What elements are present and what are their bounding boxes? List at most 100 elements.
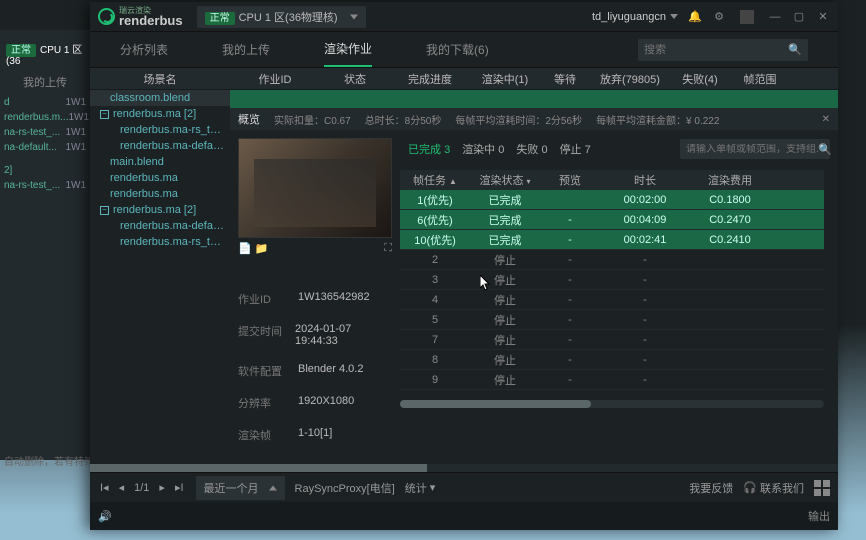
job-column[interactable]: 失败(4) <box>670 71 730 87</box>
folder-icon[interactable]: 📁 <box>255 243 269 255</box>
chevron-up-icon <box>269 485 277 490</box>
thumb-tools: 📄 📁 ⛶ <box>238 238 392 259</box>
titlebar: 瑞云渲染 renderbus 正常CPU 1 区(36物理核) td_liyug… <box>90 2 838 32</box>
next-page-icon[interactable]: ▸ <box>157 481 167 494</box>
scene-item[interactable]: renderbus.ma <box>90 186 230 202</box>
prev-page-icon[interactable]: ◂ <box>117 481 127 494</box>
frame-search-input[interactable] <box>686 144 818 155</box>
frame-row[interactable]: 1(优先)已完成00:02:00C0.1800 <box>400 190 824 210</box>
qr-icon[interactable] <box>814 480 830 496</box>
job-column[interactable]: 场景名 <box>90 71 230 87</box>
bell-icon[interactable]: 🔔 <box>688 10 702 24</box>
job-column[interactable]: 放弃(79805) <box>590 71 670 87</box>
detail-header <box>230 90 838 108</box>
maximize-icon[interactable]: ▢ <box>792 10 806 24</box>
proxy-label: RaySyncProxy[电信] <box>295 480 395 496</box>
col-time[interactable]: 时长 <box>600 172 690 188</box>
pager: I◂ ◂ 1/1 ▸ ▸I <box>98 481 186 494</box>
frame-row[interactable]: 7停止-- <box>400 330 824 350</box>
title-icons: 🔔 ⚙ — ▢ ✕ <box>688 10 830 24</box>
scene-item[interactable]: renderbus.ma-rs_test_... <box>90 122 230 138</box>
back-list-item: renderbus.m...1W1 <box>0 110 90 125</box>
last-page-icon[interactable]: ▸I <box>173 481 186 494</box>
overview-label: 概览 <box>238 111 260 127</box>
frame-table: 帧任务▲ 渲染状态▾ 预览 时长 渲染费用 1(优先)已完成00:02:00C0… <box>400 170 824 390</box>
frame-row[interactable]: 4停止-- <box>400 290 824 310</box>
job-column[interactable]: 状态 <box>320 71 390 87</box>
first-page-icon[interactable]: I◂ <box>98 481 111 494</box>
scene-item[interactable]: main.blend <box>90 154 230 170</box>
scene-group[interactable]: −renderbus.ma [2] <box>90 202 230 218</box>
tab-uploads[interactable]: 我的上传 <box>222 33 270 66</box>
frame-row[interactable]: 3停止-- <box>400 270 824 290</box>
search-icon[interactable]: 🔍 <box>788 43 802 56</box>
scene-pane: classroom.blend−renderbus.ma [2]renderbu… <box>90 90 230 470</box>
job-column[interactable]: 帧范围 <box>730 71 790 87</box>
tab-downloads[interactable]: 我的下载(6) <box>426 33 489 66</box>
back-list-item: na-default...1W1 <box>0 140 90 155</box>
job-column[interactable]: 作业ID <box>230 71 320 87</box>
detail-strip: 概览 实际扣量：C0.67 总时长：8分50秒 每帧平均渲耗时间：2分56秒 每… <box>230 108 838 130</box>
job-column[interactable]: 渲染中(1) <box>470 71 540 87</box>
scroll-thumb[interactable] <box>400 400 591 408</box>
scene-item[interactable]: classroom.blend <box>90 90 230 106</box>
tab-bar: 分析列表 我的上传 渲染作业 我的下载(6) 🔍 <box>90 32 838 68</box>
note-icon[interactable]: 📄 <box>238 243 252 255</box>
tab-search-input[interactable] <box>644 44 788 56</box>
col-cost[interactable]: 渲染费用 <box>690 172 770 188</box>
scene-group[interactable]: −renderbus.ma [2] <box>90 106 230 122</box>
scroll-thumb[interactable] <box>90 464 427 472</box>
back-region: 正常CPU 1 区(36 <box>0 38 90 70</box>
chevron-down-icon <box>350 14 358 19</box>
search-icon[interactable]: 🔍 <box>818 143 832 156</box>
close-icon[interactable]: ✕ <box>816 10 830 24</box>
back-list-item: 2] <box>0 163 90 178</box>
feedback-link[interactable]: 我要反馈 <box>689 480 733 496</box>
tab-analysis[interactable]: 分析列表 <box>120 33 168 66</box>
back-uploads-title: 我的上传 <box>0 70 90 94</box>
page-indicator: 1/1 <box>132 482 151 494</box>
contact-link[interactable]: 🎧联系我们 <box>743 480 804 496</box>
collapse-icon[interactable]: − <box>100 206 109 215</box>
region-select[interactable]: 正常CPU 1 区(36物理核) <box>197 6 366 28</box>
frame-row[interactable]: 2停止-- <box>400 250 824 270</box>
job-column[interactable]: 等待 <box>540 71 590 87</box>
minimize-icon[interactable]: — <box>768 10 782 24</box>
sort-asc-icon: ▲ <box>449 177 457 186</box>
job-columns: 场景名作业ID状态完成进度渲染中(1)等待放弃(79805)失败(4)帧范围 <box>90 68 838 90</box>
volume-icon[interactable]: 🔊 <box>98 510 112 523</box>
output-toggle[interactable]: 输出 <box>808 508 830 524</box>
scene-item[interactable]: renderbus.ma-rs_test_... <box>90 234 230 250</box>
gear-icon[interactable]: ⚙ <box>712 10 726 24</box>
collapse-icon[interactable]: − <box>100 110 109 119</box>
range-select[interactable]: 最近一个月 <box>196 476 285 500</box>
back-list: d1W1renderbus.m...1W1na-rs-test_...1W1na… <box>0 95 90 193</box>
tab-search[interactable]: 🔍 <box>638 39 808 61</box>
preview-thumbnail[interactable] <box>238 138 392 238</box>
user-menu[interactable]: td_liyuguangcn <box>592 11 678 23</box>
back-list-item: d1W1 <box>0 95 90 110</box>
frame-row[interactable]: 6(优先)已完成-00:04:09C0.2470 <box>400 210 824 230</box>
job-meta: 作业ID1W136542982 提交时间2024-01-07 19:44:33 … <box>238 283 392 451</box>
scene-item[interactable]: renderbus.ma-default... <box>90 138 230 154</box>
job-column[interactable]: 完成进度 <box>390 71 470 87</box>
col-task[interactable]: 帧任务▲ <box>400 172 470 188</box>
frame-row[interactable]: 9停止-- <box>400 370 824 390</box>
frame-row[interactable]: 10(优先)已完成-00:02:41C0.2410 <box>400 230 824 250</box>
frame-row[interactable]: 8停止-- <box>400 350 824 370</box>
col-status[interactable]: 渲染状态▾ <box>470 172 540 188</box>
col-preview[interactable]: 预览 <box>540 172 600 188</box>
frame-scroll[interactable] <box>400 400 824 408</box>
scene-item[interactable]: renderbus.ma <box>90 170 230 186</box>
frame-search[interactable]: 🔍 <box>680 139 830 159</box>
expand-icon[interactable]: ⛶ <box>384 242 392 255</box>
close-detail-icon[interactable]: ✕ <box>822 114 830 125</box>
stats-menu[interactable]: 统计 ▾ <box>405 480 436 496</box>
main-scroll[interactable] <box>90 464 838 472</box>
scene-item[interactable]: renderbus.ma-default... <box>90 218 230 234</box>
back-list-item: na-rs-test_...1W1 <box>0 178 90 193</box>
frame-row[interactable]: 5停止-- <box>400 310 824 330</box>
tab-render-jobs[interactable]: 渲染作业 <box>324 32 372 67</box>
detail-right: 已完成 3 渲染中 0 失败 0 停止 7 🔍 帧任务▲ 渲染状态▾ 预览 时长 <box>400 130 838 472</box>
back-list-item: na-rs-test_...1W1 <box>0 125 90 140</box>
